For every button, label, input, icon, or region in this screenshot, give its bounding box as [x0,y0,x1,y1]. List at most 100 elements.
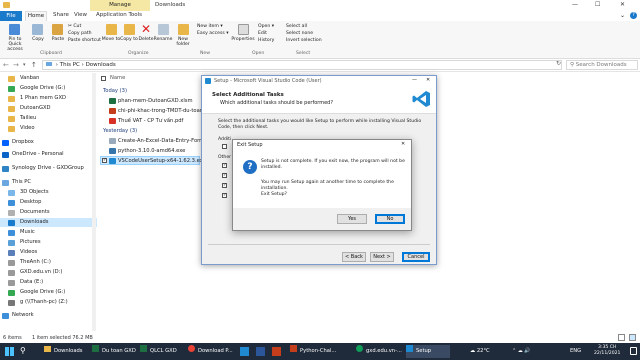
list-item[interactable]: phan-mem-DutoanGXD.xlsm [118,98,193,104]
nav-item[interactable]: Google Drive (G:) [20,289,65,295]
minimize-button[interactable]: — [572,1,578,8]
new-item-button[interactable]: New item ▾ [197,24,223,29]
nav-scrollbar[interactable] [92,73,96,331]
help-icon[interactable]: ? [630,12,637,19]
nav-item[interactable]: Network [12,312,34,318]
nav-item[interactable]: Desktop [20,199,41,205]
list-item-selected[interactable]: VSCodeUserSetup-x64-1.62.3.exe [118,158,206,164]
tab-application-tools[interactable]: Application Tools [96,12,142,18]
cancel-button[interactable]: Cancel [402,252,430,262]
properties-button[interactable]: Properties [230,37,256,42]
nav-item[interactable]: Data (E:) [20,279,43,285]
task-checkbox[interactable] [222,144,227,149]
nav-item[interactable]: Videos [20,249,37,255]
address-field[interactable]: › This PC › Downloads [42,60,562,70]
open-button[interactable]: Open ▾ [258,24,274,29]
nav-item[interactable]: Dropbox [12,139,34,145]
nav-item[interactable]: GXD.edu.vn (D:) [20,269,62,275]
yes-button[interactable]: Yes [337,214,367,224]
recent-locations-icon[interactable]: ▾ [23,62,26,68]
nav-item-downloads[interactable]: Downloads [20,219,49,225]
nav-item[interactable]: Music [20,229,35,235]
rename-button[interactable]: Rename [153,37,173,42]
close-button[interactable]: ✕ [426,77,430,83]
edit-button[interactable]: Edit [258,31,267,36]
move-to-button[interactable]: Move to [101,37,121,42]
start-windows-icon[interactable] [5,347,14,356]
select-all-button[interactable]: Select all [286,24,307,29]
details-view-icon[interactable] [618,334,625,341]
close-button[interactable]: ✕ [401,141,405,147]
taskbar-search-icon[interactable]: ⚲ [20,346,26,355]
row-checkbox-checked[interactable]: ✓ [102,158,107,163]
list-item[interactable]: python-3.10.0-amd64.exe [118,148,185,154]
list-item[interactable]: Thuế VAT - CP Tư vấn.pdf [118,118,183,124]
breadcrumb-this-pc[interactable]: This PC [60,62,80,68]
group-header-today[interactable]: Today (3) [103,88,127,94]
pin-to-quick-access-button[interactable]: Pin to Quick access [2,37,28,52]
weather-widget[interactable]: ☁ 22°C [470,345,490,358]
back-arrow-icon[interactable]: ← [3,61,9,69]
tab-home[interactable]: Home [25,11,47,21]
tab-file[interactable]: File [0,11,22,21]
nav-item[interactable]: Video [20,125,35,131]
close-button[interactable]: ✕ [620,1,625,8]
nav-item[interactable]: Pictures [20,239,41,245]
taskbar-app-download[interactable]: Download P... [188,345,236,358]
taskbar-app-explorer[interactable]: Downloads [44,345,88,358]
refresh-icon[interactable]: ↻ [556,60,561,67]
tab-share[interactable]: Share [53,12,69,18]
up-arrow-icon[interactable]: ↑ [31,61,37,69]
paste-button[interactable]: Paste [48,37,68,42]
task-checkbox[interactable]: ✓ [222,183,227,188]
taskbar-app-du-toan[interactable]: Du toan GXD [92,345,136,358]
task-checkbox[interactable]: ✓ [222,163,227,168]
task-checkbox[interactable]: ✓ [222,173,227,178]
forward-arrow-icon[interactable]: → [13,61,19,69]
manage-tab[interactable]: Manage [90,0,150,11]
breadcrumb-downloads[interactable]: Downloads [86,62,116,68]
word-taskbar-icon[interactable] [256,347,265,356]
nav-item[interactable]: Google Drive (G:) [20,85,65,91]
nav-item[interactable]: Synology Drive - GXDGroup [12,165,84,171]
nav-item[interactable]: g (\\Thanh-pc) (Z:) [20,299,68,305]
paste-shortcut-button[interactable]: Paste shortcut [68,38,101,43]
copy-button[interactable]: Copy [28,37,48,42]
taskbar-app-python[interactable]: Python-Chal... [290,345,340,358]
group-header-yesterday[interactable]: Yesterday (3) [103,128,137,134]
new-folder-button[interactable]: New folder [173,37,193,47]
nav-item[interactable]: Vanban [20,75,39,81]
back-button[interactable]: < Back [342,252,366,262]
nav-item[interactable]: Tailieu [20,115,36,121]
nav-item[interactable]: DutoanGXD [20,105,51,111]
nav-item[interactable]: OneDrive - Personal [12,151,64,157]
tab-view[interactable]: View [74,12,87,18]
search-input[interactable]: ⚲ Search Downloads [566,60,638,70]
notification-icon[interactable] [630,347,637,355]
app-taskbar-icon[interactable] [272,347,281,356]
easy-access-button[interactable]: Easy access ▾ [197,31,229,36]
minimize-button[interactable]: — [412,77,417,83]
copy-path-button[interactable]: Copy path [68,31,92,36]
invert-selection-button[interactable]: Invert selection [286,38,322,43]
next-button[interactable]: Next > [370,252,394,262]
select-all-checkbox[interactable] [101,76,106,81]
maximize-button[interactable]: ☐ [595,1,600,8]
copy-to-button[interactable]: Copy to [119,37,139,42]
nav-item[interactable]: Documents [20,209,50,215]
ribbon-collapse-icon[interactable]: ⌄ [620,12,625,19]
column-header-name[interactable]: Name [110,75,125,81]
vscode-taskbar-icon[interactable] [240,347,249,356]
nav-item[interactable]: 1 Phan mem GXD [20,95,66,101]
nav-item[interactable]: 3D Objects [20,189,49,195]
taskbar-app-setup[interactable]: Setup [406,345,450,358]
taskbar-app-gxd[interactable]: gxd.edu.vn-... [356,345,406,358]
nav-item[interactable]: TheAnh (C:) [20,259,51,265]
history-button[interactable]: History [258,38,274,43]
tray-icons[interactable]: ⌃ ☁ 🔊 [512,345,531,358]
taskbar-app-qlcl[interactable]: QLCL GXD [140,345,184,358]
cut-button[interactable]: ✂ Cut [68,24,81,29]
nav-item[interactable]: This PC [12,179,31,185]
large-icons-view-icon[interactable] [629,334,636,341]
task-checkbox[interactable]: ✓ [222,193,227,198]
